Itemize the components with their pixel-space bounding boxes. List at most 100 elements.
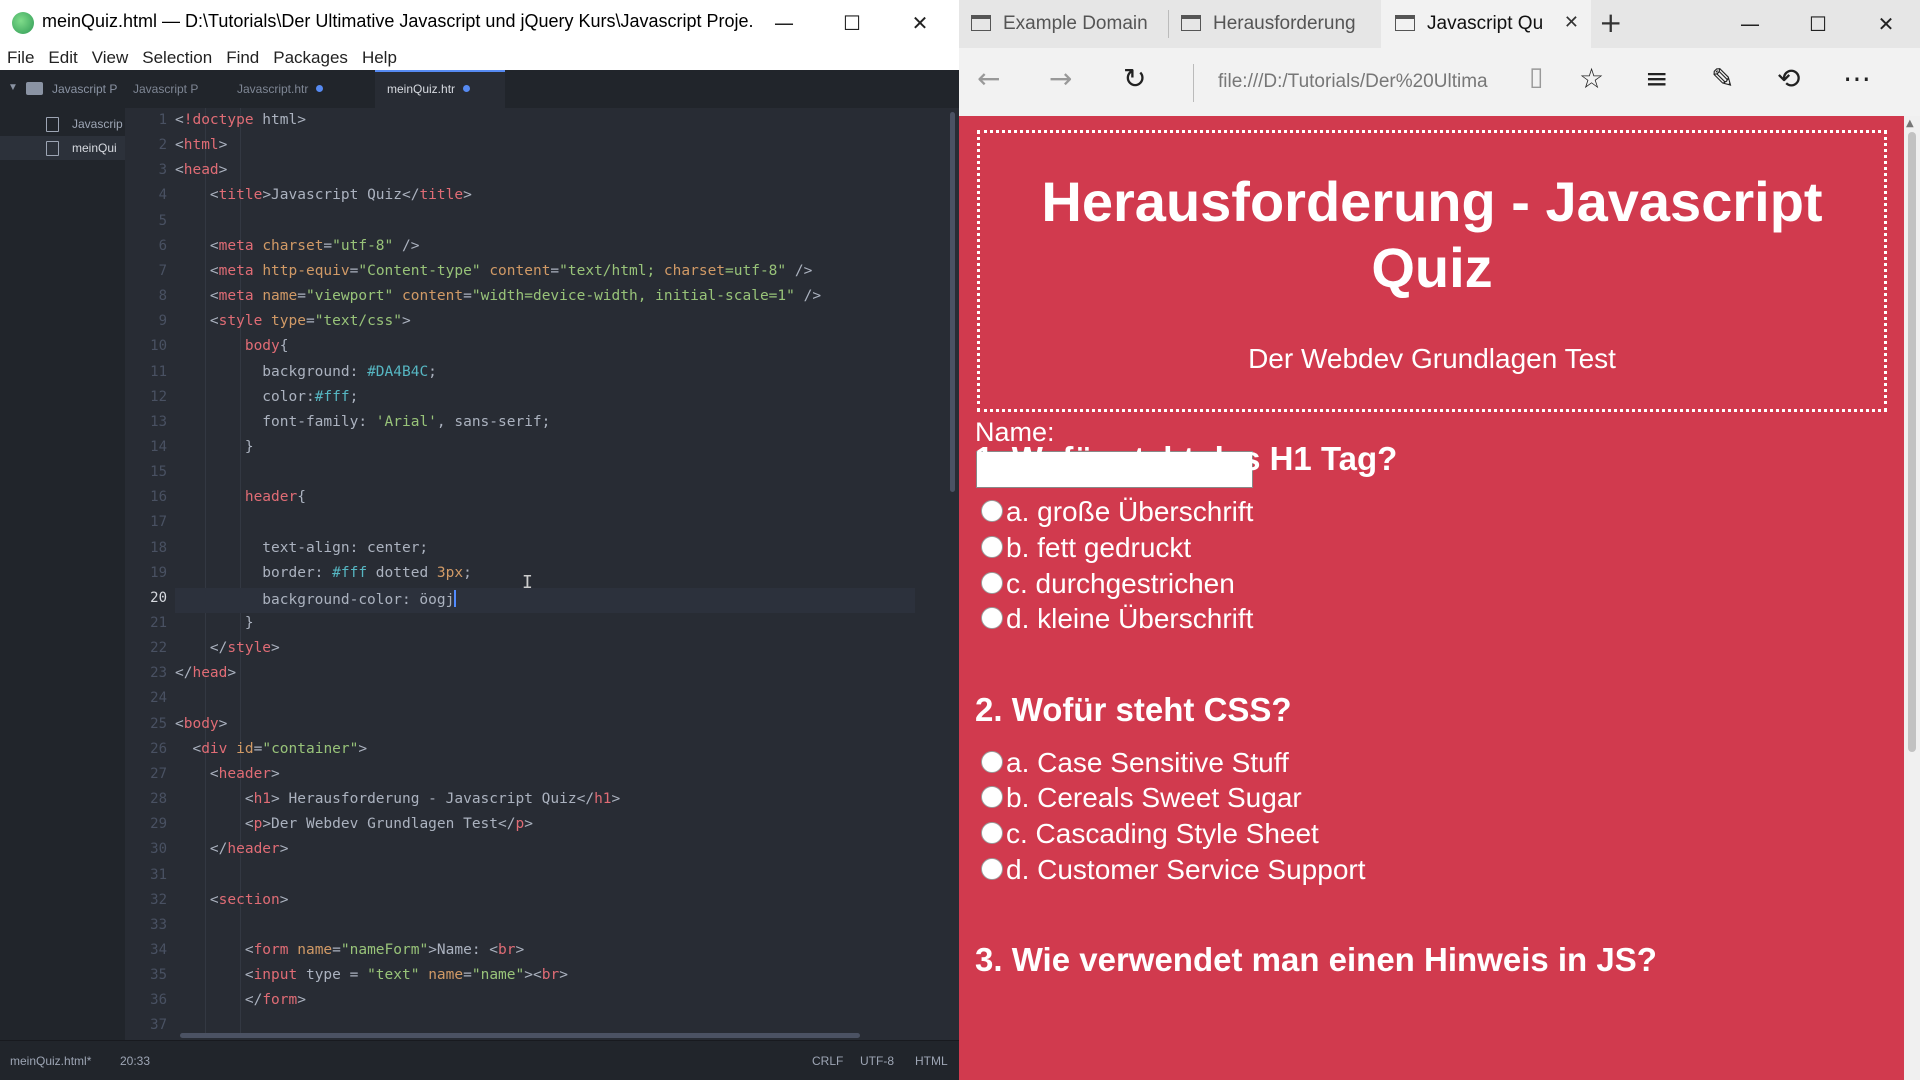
question-2-option-c[interactable]: c. Cascading Style Sheet bbox=[981, 818, 1319, 850]
share-icon[interactable]: ⟲ bbox=[1777, 62, 1800, 95]
status-line-ending[interactable]: CRLF bbox=[812, 1054, 843, 1068]
question-1-option-c[interactable]: c. durchgestrichen bbox=[981, 568, 1235, 600]
line-number[interactable]: 12 bbox=[150, 389, 167, 405]
scroll-up-arrow-icon[interactable]: ▲ bbox=[1906, 118, 1914, 129]
editor-minimize-button[interactable]: — bbox=[750, 0, 818, 45]
line-number[interactable]: 25 bbox=[150, 716, 167, 732]
code-line[interactable]: <section> bbox=[175, 890, 915, 915]
line-number[interactable]: 30 bbox=[150, 841, 167, 857]
tab-meinquiz-html[interactable]: meinQuiz.htr bbox=[375, 70, 505, 108]
more-icon[interactable]: ⋯ bbox=[1843, 62, 1871, 95]
tree-file-item-selected[interactable]: meinQui bbox=[0, 136, 125, 160]
code-line[interactable]: color:#fff; bbox=[175, 387, 915, 412]
code-line[interactable]: </form> bbox=[175, 990, 915, 1015]
question-1-option-d[interactable]: d. kleine Überschrift bbox=[981, 603, 1253, 635]
editor-close-button[interactable]: ✕ bbox=[886, 0, 954, 45]
radio-button[interactable] bbox=[981, 786, 1003, 808]
new-tab-button[interactable]: + bbox=[1599, 6, 1622, 39]
code-line[interactable]: <!doctype html> bbox=[175, 110, 915, 135]
radio-button[interactable] bbox=[981, 607, 1003, 629]
code-line[interactable]: } bbox=[175, 437, 915, 462]
line-number[interactable]: 11 bbox=[150, 364, 167, 380]
tab-project[interactable]: Javascript P bbox=[133, 70, 233, 108]
menu-file[interactable]: File bbox=[0, 45, 41, 70]
radio-button[interactable] bbox=[981, 858, 1003, 880]
code-line[interactable]: border: #fff dotted 3px; bbox=[175, 563, 915, 588]
code-line[interactable]: text-align: center; bbox=[175, 538, 915, 563]
line-number[interactable]: 29 bbox=[150, 816, 167, 832]
line-number[interactable]: 16 bbox=[150, 489, 167, 505]
status-encoding[interactable]: UTF-8 bbox=[860, 1054, 894, 1068]
code-line[interactable]: <meta name="viewport" content="width=dev… bbox=[175, 286, 915, 311]
menu-help[interactable]: Help bbox=[355, 45, 404, 70]
status-file-name[interactable]: meinQuiz.html* bbox=[10, 1054, 91, 1068]
tab-javascript-html[interactable]: Javascript.htr bbox=[237, 70, 367, 108]
page-scrollbar-thumb[interactable] bbox=[1908, 132, 1916, 752]
tree-project-root[interactable]: ▼ Javascript P bbox=[0, 80, 125, 102]
code-line[interactable]: <header> bbox=[175, 764, 915, 789]
line-number[interactable]: 21 bbox=[150, 615, 167, 631]
question-2-option-a[interactable]: a. Case Sensitive Stuff bbox=[981, 747, 1289, 779]
code-line[interactable]: <head> bbox=[175, 160, 915, 185]
code-editor[interactable]: <!doctype html> <html> <head> <title>Javas… bbox=[175, 108, 915, 1038]
code-line[interactable]: </style> bbox=[175, 638, 915, 663]
radio-button[interactable] bbox=[981, 536, 1003, 558]
browser-tab-herausforderung[interactable]: Herausforderung bbox=[1181, 0, 1356, 48]
code-line[interactable] bbox=[175, 211, 915, 236]
line-number[interactable]: 35 bbox=[150, 967, 167, 983]
status-cursor-position[interactable]: 20:33 bbox=[120, 1054, 150, 1068]
browser-tab-example-domain[interactable]: Example Domain bbox=[971, 0, 1176, 48]
back-icon[interactable]: ← bbox=[977, 62, 1000, 95]
line-number[interactable]: 36 bbox=[150, 992, 167, 1008]
line-number[interactable]: 20 bbox=[150, 590, 167, 606]
code-line[interactable] bbox=[175, 688, 915, 713]
line-number[interactable]: 8 bbox=[159, 288, 167, 304]
editor-maximize-button[interactable]: ☐ bbox=[818, 0, 886, 45]
code-line[interactable]: <div id="container"> bbox=[175, 739, 915, 764]
line-number[interactable]: 17 bbox=[150, 514, 167, 530]
code-line[interactable]: </head> bbox=[175, 663, 915, 688]
line-number[interactable]: 24 bbox=[150, 690, 167, 706]
line-number[interactable]: 19 bbox=[150, 565, 167, 581]
browser-tab-javascript-quiz[interactable]: Javascript Qu ✕ bbox=[1381, 0, 1591, 48]
code-line[interactable] bbox=[175, 865, 915, 890]
code-line[interactable]: <meta http-equiv="Content-type" content=… bbox=[175, 261, 915, 286]
line-number[interactable]: 33 bbox=[150, 917, 167, 933]
radio-button[interactable] bbox=[981, 500, 1003, 522]
code-line[interactable]: <h1> Herausforderung - Javascript Quiz</… bbox=[175, 789, 915, 814]
code-line[interactable]: <title>Javascript Quiz</title> bbox=[175, 185, 915, 210]
line-number[interactable]: 15 bbox=[150, 464, 167, 480]
web-note-icon[interactable]: ✎ bbox=[1711, 62, 1734, 95]
status-grammar[interactable]: HTML bbox=[915, 1054, 948, 1068]
line-number[interactable]: 4 bbox=[159, 187, 167, 203]
code-line[interactable]: body{ bbox=[175, 336, 915, 361]
code-line[interactable] bbox=[175, 462, 915, 487]
hub-icon[interactable]: ≡ bbox=[1645, 62, 1668, 95]
line-number[interactable]: 6 bbox=[159, 238, 167, 254]
line-number[interactable]: 28 bbox=[150, 791, 167, 807]
code-line[interactable]: } bbox=[175, 613, 915, 638]
code-line[interactable]: background: #DA4B4C; bbox=[175, 362, 915, 387]
code-line[interactable]: <style type="text/css"> bbox=[175, 311, 915, 336]
code-line[interactable]: header{ bbox=[175, 487, 915, 512]
browser-minimize-button[interactable]: — bbox=[1716, 0, 1784, 48]
page-viewport[interactable]: Herausforderung - Javascript Quiz Der We… bbox=[959, 116, 1904, 1080]
menu-find[interactable]: Find bbox=[219, 45, 266, 70]
close-tab-icon[interactable]: ✕ bbox=[1564, 12, 1579, 33]
code-line[interactable]: </header> bbox=[175, 839, 915, 864]
line-number[interactable]: 14 bbox=[150, 439, 167, 455]
editor-horizontal-scrollbar[interactable] bbox=[180, 1033, 860, 1038]
radio-button[interactable] bbox=[981, 822, 1003, 844]
line-number[interactable]: 34 bbox=[150, 942, 167, 958]
line-number[interactable]: 3 bbox=[159, 162, 167, 178]
radio-button[interactable] bbox=[981, 751, 1003, 773]
code-line[interactable]: background-color: öogj bbox=[175, 587, 915, 613]
line-number[interactable]: 22 bbox=[150, 640, 167, 656]
menu-view[interactable]: View bbox=[85, 45, 136, 70]
code-line[interactable]: <body> bbox=[175, 714, 915, 739]
line-number[interactable]: 18 bbox=[150, 540, 167, 556]
code-line[interactable]: <p>Der Webdev Grundlagen Test</p> bbox=[175, 814, 915, 839]
browser-close-button[interactable]: ✕ bbox=[1852, 0, 1920, 48]
menu-selection[interactable]: Selection bbox=[135, 45, 219, 70]
question-1-option-b[interactable]: b. fett gedruckt bbox=[981, 532, 1191, 564]
